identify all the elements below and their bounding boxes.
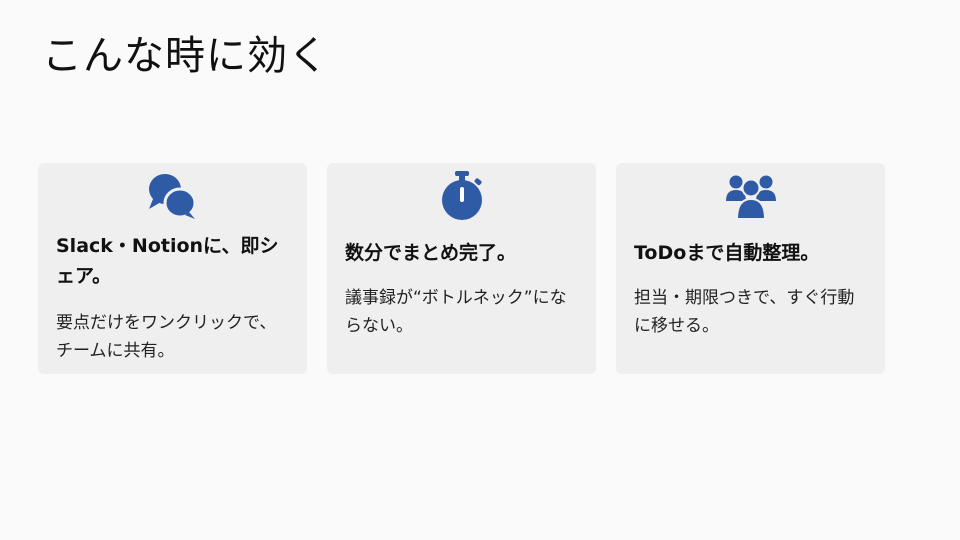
card-body: 担当・期限つきで、すぐ行動に移せる。 (634, 288, 855, 336)
slide-title: こんな時に効く (42, 33, 329, 79)
users-group-icon (616, 171, 885, 221)
stopwatch-icon (327, 171, 596, 221)
feature-cards: Slack・Notionに、即シェア。 要点だけをワンクリックで、チームに共有。… (38, 163, 885, 374)
card-heading: ToDoまで自動整理。 (634, 242, 820, 264)
slide: こんな時に効く Slack・Notionに、即シェア。 要点だけをワンクリックで… (0, 0, 960, 540)
feature-card-todo: ToDoまで自動整理。 担当・期限つきで、すぐ行動に移せる。 (616, 163, 885, 374)
feature-card-speed: 数分でまとめ完了。 議事録が“ボトルネック”にならない。 (327, 163, 596, 374)
card-body: 要点だけをワンクリックで、チームに共有。 (56, 313, 277, 361)
card-heading: Slack・Notionに、即シェア。 (56, 235, 279, 287)
card-heading: 数分でまとめ完了。 (345, 242, 517, 264)
chat-bubbles-icon (38, 171, 307, 221)
card-body: 議事録が“ボトルネック”にならない。 (345, 288, 567, 336)
feature-card-share: Slack・Notionに、即シェア。 要点だけをワンクリックで、チームに共有。 (38, 163, 307, 374)
